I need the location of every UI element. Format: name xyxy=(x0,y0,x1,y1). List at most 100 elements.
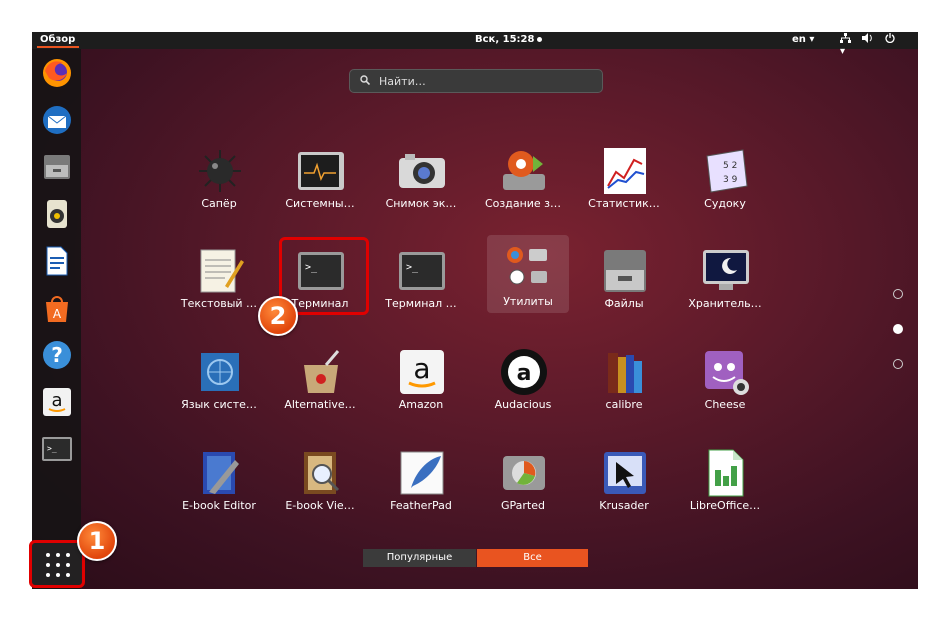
rhythmbox-icon[interactable] xyxy=(41,198,73,230)
app-label: Amazon xyxy=(398,398,444,411)
app-utilities-folder[interactable]: Утилиты xyxy=(487,235,569,313)
libreoffice-calc-icon xyxy=(708,449,744,497)
sudoku-icon: 5 23 9 xyxy=(706,149,748,193)
volume-icon xyxy=(862,33,876,46)
app-label: E-book Editor xyxy=(182,499,256,512)
amazon-icon: a xyxy=(400,350,444,394)
app-label: Создание з… xyxy=(484,197,562,210)
page-indicator-3[interactable] xyxy=(893,359,903,369)
clock-label: Вск, 15:28 xyxy=(475,34,535,45)
svg-text:a: a xyxy=(51,390,62,411)
app-label: Файлы xyxy=(604,297,644,310)
app-screenshot[interactable]: Снимок эк… xyxy=(373,140,469,236)
app-language[interactable]: Язык систе… xyxy=(171,341,267,437)
statistics-icon xyxy=(604,148,646,194)
svg-text:a: a xyxy=(517,361,532,386)
app-files[interactable]: Файлы xyxy=(576,240,672,336)
app-label: Хранитель… xyxy=(688,297,762,310)
step-badge-1: 1 xyxy=(77,521,117,561)
app-ebook-viewer[interactable]: E-book Vie… xyxy=(272,442,368,538)
app-startup-disk[interactable]: Создание з… xyxy=(475,140,571,236)
terminal-icon[interactable]: >_ xyxy=(41,433,73,465)
chevron-down-icon: ▾ xyxy=(840,46,846,57)
startup-disk-icon xyxy=(503,151,545,190)
alternatives-icon xyxy=(304,350,340,393)
app-label: Системны… xyxy=(285,197,355,210)
show-applications-button[interactable] xyxy=(29,540,85,588)
svg-text:A: A xyxy=(53,307,62,321)
app-calibre[interactable]: calibre xyxy=(576,341,672,437)
app-krusader[interactable]: Krusader xyxy=(576,442,672,538)
app-libreoffice-calc[interactable]: LibreOffice… xyxy=(677,442,773,538)
ebook-editor-icon xyxy=(203,452,239,494)
app-amazon[interactable]: a Amazon xyxy=(373,341,469,437)
top-bar: Обзор Вск, 15:28 en ▾ ▾ xyxy=(32,32,918,57)
app-ebook-editor[interactable]: E-book Editor xyxy=(171,442,267,538)
svg-text:>_: >_ xyxy=(406,262,419,273)
app-sudoku[interactable]: 5 23 9 Судоку xyxy=(677,140,773,236)
software-center-icon[interactable]: A xyxy=(41,292,73,324)
svg-text:>_: >_ xyxy=(47,444,57,453)
page-indicator-1[interactable] xyxy=(893,289,903,299)
amazon-icon[interactable]: a xyxy=(41,386,73,418)
cheese-icon xyxy=(705,351,749,395)
utilities-folder-icon xyxy=(507,247,547,285)
app-label: Судоку xyxy=(704,197,746,210)
app-alternatives[interactable]: Alternative… xyxy=(272,341,368,437)
help-icon[interactable]: ? xyxy=(41,339,73,371)
app-mines[interactable]: Сапёр xyxy=(171,140,267,236)
svg-text:a: a xyxy=(413,352,430,385)
app-audacious[interactable]: a Audacious xyxy=(475,341,571,437)
app-cheese[interactable]: Cheese xyxy=(677,341,773,437)
app-terminal-alt[interactable]: >_ Терминал … xyxy=(373,240,469,336)
system-monitor-icon xyxy=(298,152,344,190)
calibre-icon xyxy=(608,353,642,393)
system-tray[interactable]: ▾ xyxy=(840,33,918,57)
svg-text:5 2: 5 2 xyxy=(723,161,737,171)
app-label: Текстовый … xyxy=(180,297,258,310)
svg-text:3 9: 3 9 xyxy=(723,175,738,185)
app-label: Alternative… xyxy=(284,398,356,411)
app-label: Терминал … xyxy=(385,297,457,310)
svg-text:?: ? xyxy=(51,343,63,367)
notification-dot xyxy=(537,36,543,42)
app-label: Статистик… xyxy=(588,197,660,210)
app-label: Снимок эк… xyxy=(385,197,457,210)
files-icon xyxy=(604,250,646,292)
tab-frequent[interactable]: Популярные xyxy=(363,549,476,567)
app-label: E-book Vie… xyxy=(285,499,355,512)
app-statistics[interactable]: Статистик… xyxy=(576,140,672,236)
audacious-icon: a xyxy=(501,349,547,395)
app-text-editor[interactable]: Текстовый … xyxy=(171,240,267,336)
app-label: Язык систе… xyxy=(181,398,257,411)
page-indicator-2[interactable] xyxy=(893,324,903,334)
app-label: Cheese xyxy=(704,398,746,411)
power-icon xyxy=(885,33,895,46)
writer-icon[interactable] xyxy=(41,245,73,277)
screenshot-icon xyxy=(399,154,445,188)
app-label: Audacious xyxy=(494,398,552,411)
search-placeholder: Найти… xyxy=(379,75,426,88)
language-icon xyxy=(201,353,239,391)
dock: A ? a >_ xyxy=(32,49,81,589)
step-badge-2: 2 xyxy=(258,296,298,336)
mines-icon xyxy=(199,150,241,192)
app-gparted[interactable]: GParted xyxy=(475,442,571,538)
language-selector[interactable]: en ▾ xyxy=(792,34,814,45)
files-icon[interactable] xyxy=(41,151,73,183)
featherpad-icon xyxy=(400,451,444,495)
app-system-monitor[interactable]: Системны… xyxy=(272,140,368,236)
app-grid-icon xyxy=(46,553,70,577)
app-featherpad[interactable]: FeatherPad xyxy=(373,442,469,538)
thunderbird-icon[interactable] xyxy=(41,104,73,136)
app-label: calibre xyxy=(605,398,643,411)
app-label: FeatherPad xyxy=(390,499,452,512)
network-icon xyxy=(840,33,854,46)
activities-button[interactable]: Обзор xyxy=(36,34,80,48)
clock[interactable]: Вск, 15:28 xyxy=(475,34,543,45)
ebook-viewer-icon xyxy=(304,452,340,494)
firefox-icon[interactable] xyxy=(41,57,73,89)
tab-all[interactable]: Все xyxy=(477,549,588,567)
app-screensaver[interactable]: Хранитель… xyxy=(677,240,773,336)
search-input[interactable]: Найти… xyxy=(349,69,603,93)
